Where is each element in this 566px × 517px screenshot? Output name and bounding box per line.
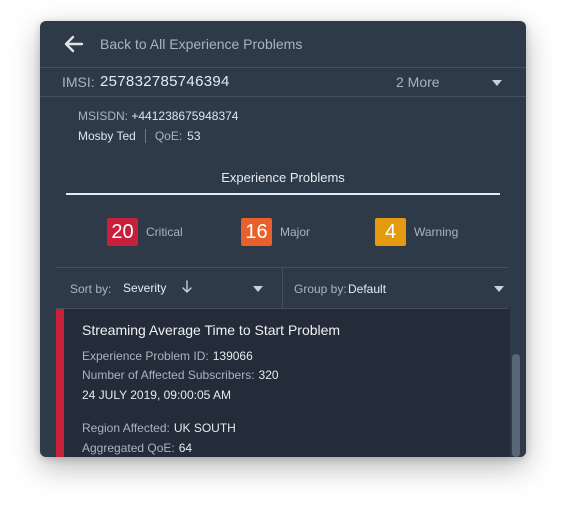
chevron-down-icon[interactable] bbox=[492, 80, 502, 86]
problem-title: Streaming Average Time to Start Problem bbox=[82, 322, 341, 338]
problem-card[interactable]: Streaming Average Time to Start Problem … bbox=[56, 309, 510, 457]
critical-label: Critical bbox=[146, 225, 183, 239]
region-value: UK SOUTH bbox=[173, 421, 236, 435]
imsi-selector[interactable]: IMSI: 257832785746394 2 More bbox=[40, 67, 526, 97]
affected-label: Number of Affected Subscribers: bbox=[82, 368, 255, 382]
header: Back to All Experience Problems bbox=[40, 21, 526, 67]
group-label: Group by: bbox=[294, 282, 347, 296]
critical-badge: 20 bbox=[107, 218, 138, 246]
arrow-left-icon bbox=[64, 35, 84, 53]
scrollbar-thumb[interactable] bbox=[512, 354, 520, 457]
imsi-value: 257832785746394 bbox=[100, 73, 230, 90]
warning-label: Warning bbox=[414, 225, 459, 239]
group-select[interactable]: Default bbox=[348, 282, 386, 296]
aggregated-qoe-value: 64 bbox=[178, 441, 193, 455]
more-count: 2 More bbox=[396, 74, 440, 90]
subscriber-info: Mosby Ted QoE: 53 bbox=[78, 129, 201, 143]
chevron-down-icon[interactable] bbox=[253, 286, 263, 292]
problem-id: Experience Problem ID: 139066 bbox=[82, 349, 253, 363]
severity-counts: 20 Critical 16 Major 4 Warning bbox=[40, 218, 526, 246]
affected-subscribers: Number of Affected Subscribers: 320 bbox=[82, 368, 279, 382]
qoe-value: 53 bbox=[187, 129, 201, 143]
problem-id-label: Experience Problem ID: bbox=[82, 349, 209, 363]
msisdn-value: +441238675948374 bbox=[131, 109, 239, 123]
aggregated-qoe: Aggregated QoE: 64 bbox=[82, 441, 192, 455]
sort-label: Sort by: bbox=[70, 282, 112, 296]
warning-count[interactable]: 4 Warning bbox=[375, 218, 458, 246]
msisdn: MSISDN: +441238675948374 bbox=[78, 109, 238, 123]
msisdn-label: MSISDN: bbox=[78, 109, 129, 123]
major-badge: 16 bbox=[241, 218, 272, 246]
sort-group-bar: Sort by: Severity Group by: Default bbox=[56, 267, 508, 309]
problem-id-value: 139066 bbox=[212, 349, 253, 363]
region-affected: Region Affected: UK SOUTH bbox=[82, 421, 236, 435]
tab-underline bbox=[66, 193, 500, 195]
severity-indicator bbox=[56, 309, 64, 457]
aggregated-qoe-label: Aggregated QoE: bbox=[82, 441, 175, 455]
problem-date: 24 JULY 2019, 09:00:05 AM bbox=[82, 388, 231, 402]
experience-problems-panel: Back to All Experience Problems IMSI: 25… bbox=[40, 21, 526, 457]
chevron-down-icon[interactable] bbox=[494, 286, 504, 292]
sort-select[interactable]: Severity bbox=[123, 281, 166, 295]
qoe-label: QoE: bbox=[154, 129, 183, 143]
tab-experience-problems[interactable]: Experience Problems bbox=[40, 170, 526, 185]
major-count[interactable]: 16 Major bbox=[241, 218, 310, 246]
divider bbox=[144, 129, 146, 143]
imsi-label: IMSI: bbox=[62, 74, 95, 90]
divider bbox=[282, 268, 283, 308]
affected-value: 320 bbox=[258, 368, 279, 382]
major-label: Major bbox=[280, 225, 311, 239]
arrow-down-icon[interactable] bbox=[182, 280, 192, 294]
subscriber-name: Mosby Ted bbox=[78, 129, 136, 143]
critical-count[interactable]: 20 Critical bbox=[107, 218, 183, 246]
back-label: Back to All Experience Problems bbox=[100, 36, 303, 52]
region-label: Region Affected: bbox=[82, 421, 170, 435]
warning-badge: 4 bbox=[375, 218, 406, 246]
